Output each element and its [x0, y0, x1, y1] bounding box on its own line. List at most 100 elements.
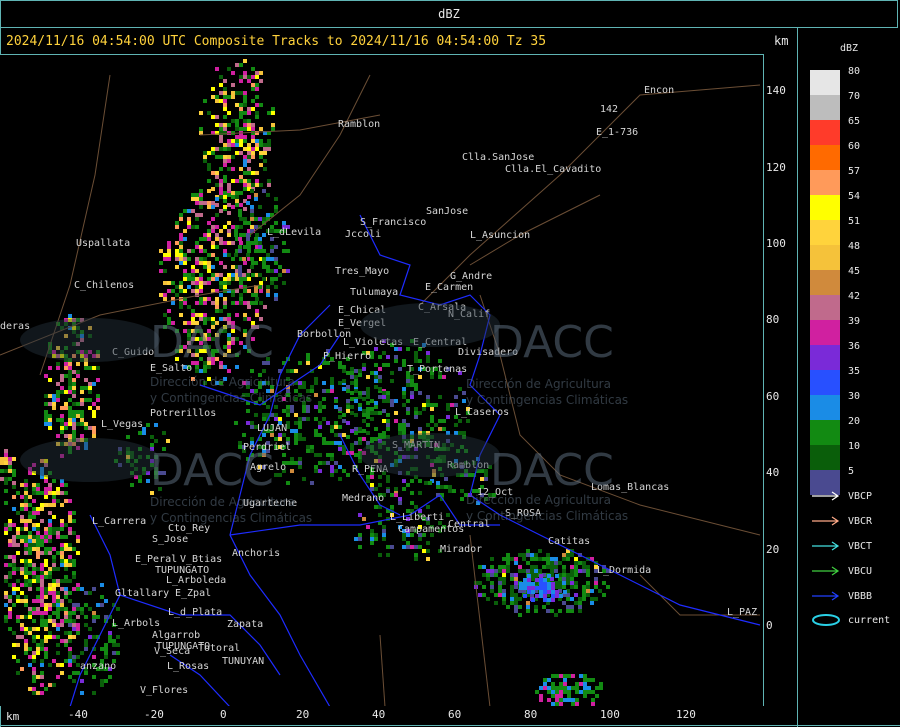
y-tick-label: 40 — [766, 466, 780, 480]
dbz-swatch-60 — [810, 145, 840, 170]
watermark-line2-a: y Contingencias Climáticas — [150, 391, 313, 405]
dbz-swatch-35 — [810, 370, 840, 395]
watermark-line2-c: y Contingencias Climáticas — [150, 511, 313, 525]
place-label: SanJose — [426, 206, 468, 217]
watermark-brand-1: DACC — [150, 317, 274, 368]
x-tick-label: -40 — [68, 708, 88, 721]
place-label: S_Francisco — [360, 217, 426, 228]
current-ellipse-icon — [812, 614, 840, 626]
x-tick-label: 120 — [676, 708, 696, 721]
place-label: P_Hierro — [323, 351, 371, 362]
dbz-label-80: 80 — [848, 66, 861, 77]
place-label: Jccoli — [345, 229, 381, 240]
place-label: L_Arbols — [112, 618, 160, 629]
place-label: T_Portenas — [407, 364, 467, 375]
dbz-label-60: 60 — [848, 141, 861, 152]
current-label: current — [848, 614, 891, 626]
arrow-icon — [812, 591, 840, 601]
legend-panel: dBZ 80 70 65 60 57 54 51 48 45 42 39 36 35 30 20 10 5 VB… — [797, 28, 900, 727]
composite-tracks-header: 2024/11/16 04:54:00 UTC Composite Tracks… — [6, 34, 547, 49]
track-label: VBCT — [848, 540, 873, 552]
frame-bottom-border — [0, 725, 900, 726]
dbz-swatch-48 — [810, 245, 840, 270]
track-label: VBCP — [848, 490, 873, 502]
dbz-label-54: 54 — [848, 191, 861, 202]
place-label: TUNUYAN — [222, 656, 264, 667]
dbz-color-scale — [810, 70, 840, 495]
arrow-icon — [812, 541, 840, 551]
dbz-swatch-10 — [810, 445, 840, 470]
dbz-label-42: 42 — [848, 291, 861, 302]
y-tick-label: 120 — [766, 160, 786, 174]
place-label: Catitas — [548, 536, 590, 547]
watermark-line2-b: y Contingencias Climáticas — [466, 393, 629, 407]
place-label: Algarrob — [152, 630, 200, 641]
y-tick-label: 140 — [766, 84, 786, 98]
place-label: Clla.SanJose — [462, 152, 534, 163]
place-label: L_PAZ — [727, 607, 757, 618]
place-label: L_Arboleda — [166, 575, 226, 586]
dbz-swatch-70 — [810, 95, 840, 120]
watermark-brand-2: DACC — [490, 317, 614, 368]
dbz-swatch-51 — [810, 220, 840, 245]
place-label: S_Jose — [152, 534, 188, 545]
current-legend-item: current — [810, 612, 890, 628]
place-label: Uspallata — [76, 238, 130, 249]
dbz-label-20: 20 — [848, 416, 861, 427]
x-tick-label: -20 — [144, 708, 164, 721]
dbz-label-48: 48 — [848, 241, 861, 252]
place-label: G_Andre — [450, 271, 492, 282]
place-label: L_dLevila — [267, 227, 321, 238]
place-label: Clla.El_Cavadito — [505, 164, 601, 175]
place-label: L_Liberti — [390, 512, 444, 523]
track-label: VBCR — [848, 515, 873, 527]
place-label: Tres_Mayo — [335, 266, 389, 277]
place-label: C_Chilenos — [74, 280, 134, 291]
dbz-label-70: 70 — [848, 91, 861, 102]
arrow-icon — [812, 566, 840, 576]
dbz-swatch-45 — [810, 270, 840, 295]
x-tick-label: 100 — [600, 708, 620, 721]
place-label: Anchoris — [232, 548, 280, 559]
place-label: L_Caseros — [455, 407, 509, 418]
place-label: V_Flores — [140, 685, 188, 696]
dbz-label-30: 30 — [848, 391, 861, 402]
place-label: 142 — [600, 104, 618, 115]
place-label: Mirador — [440, 544, 482, 555]
radar-map[interactable]: Encon 142 E_1-736 Ramblon Clla.SanJose Clla.E… — [0, 54, 764, 706]
top-title: dBZ — [438, 7, 460, 21]
place-label: V_Seca — [154, 646, 190, 657]
radar-map-canvas: Encon 142 E_1-736 Ramblon Clla.SanJoseClla.E… — [0, 55, 763, 706]
place-label: E_1-736 — [596, 127, 638, 138]
place-label: Potrerillos — [150, 408, 216, 419]
track-legend-vbcp: VBCP — [810, 488, 872, 504]
track-legend-vbcu: VBCU — [810, 563, 872, 579]
dbz-swatch-42 — [810, 295, 840, 320]
dbz-swatch-80 — [810, 70, 840, 95]
watermark-brand-4: DACC — [490, 445, 614, 496]
dbz-label-36: 36 — [848, 341, 861, 352]
dbz-label-39: 39 — [848, 316, 861, 327]
place-label: Encon — [644, 85, 674, 96]
y-tick-label: 60 — [766, 389, 780, 403]
place-label: L_Vegas — [101, 419, 143, 430]
watermark-line1-b: Dirección de Agricultura — [466, 377, 611, 391]
place-label: L_Dormida — [597, 565, 651, 576]
place-label: L_Carrera — [92, 516, 146, 527]
dbz-swatch-36 — [810, 345, 840, 370]
watermark-line1-a: Dirección de Agricultura — [150, 375, 295, 389]
place-label: L_Rosas — [167, 661, 209, 672]
dbz-label-10: 10 — [848, 441, 861, 452]
y-tick-label: 80 — [766, 313, 780, 327]
dbz-label-51: 51 — [848, 216, 861, 227]
dbz-label-35: 35 — [848, 366, 861, 377]
dbz-label-45: 45 — [848, 266, 861, 277]
track-label: VBBB — [848, 590, 873, 602]
arrow-icon — [812, 516, 840, 526]
place-label: Ramblon — [338, 119, 380, 130]
dbz-swatch-57 — [810, 170, 840, 195]
place-label: LUJAN — [257, 423, 287, 434]
x-axis-unit-label: km — [6, 710, 20, 723]
legend-title: dBZ — [840, 43, 859, 54]
top-title-bar: dBZ — [0, 0, 898, 28]
